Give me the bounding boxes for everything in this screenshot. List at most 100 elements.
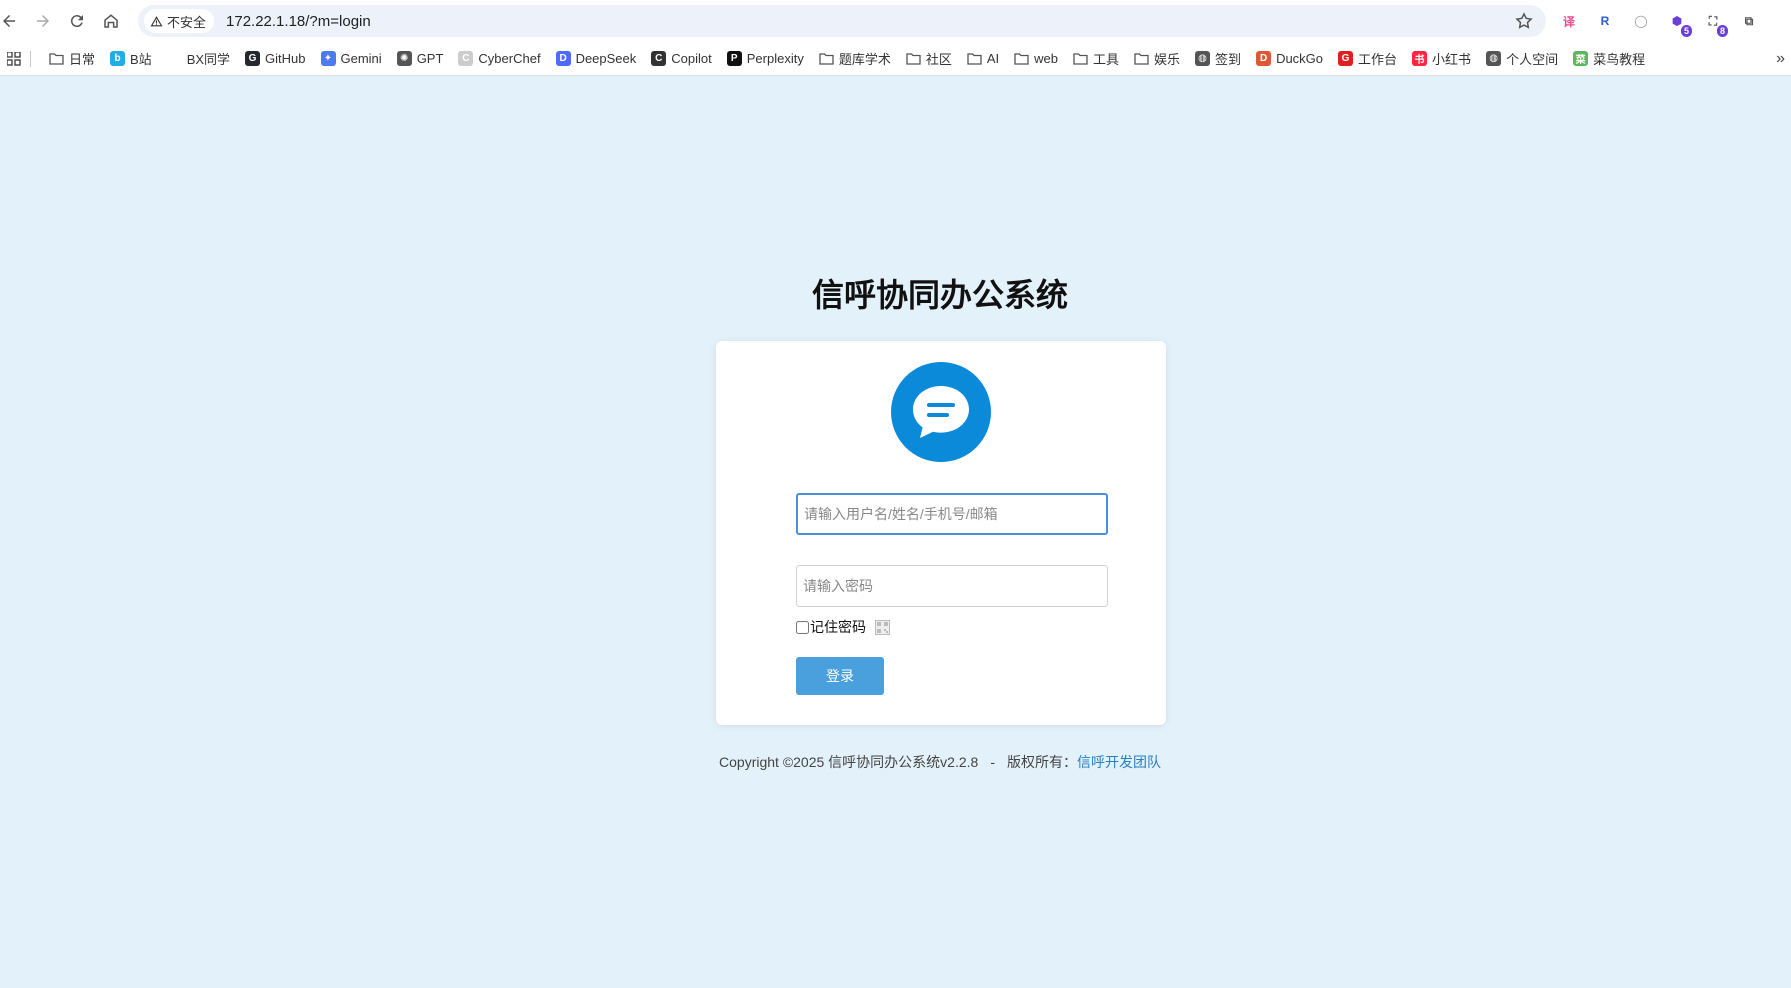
site-favicon-icon: P	[726, 51, 742, 66]
bookmark-label: 菜鸟教程	[1593, 52, 1646, 67]
bookmark-label: DeepSeek	[575, 51, 637, 66]
bookmark-label: DuckGo	[1276, 51, 1324, 66]
bookmark-item[interactable]: 菜菜鸟教程	[1573, 49, 1645, 68]
reader-extension-icon[interactable]: R	[1592, 8, 1618, 34]
site-favicon-icon: ✺	[396, 51, 412, 66]
favicon-glyph: 菜	[1575, 55, 1586, 66]
rights-label: 版权所有：	[1006, 754, 1077, 770]
bookmark-label: Gemini	[340, 51, 382, 66]
password-input[interactable]	[796, 565, 1108, 607]
qr-code-icon[interactable]	[875, 619, 890, 635]
folder-icon	[1014, 51, 1029, 66]
site-favicon-icon	[166, 51, 182, 66]
more-bookmarks-icon[interactable]: »	[1776, 50, 1785, 68]
extension-glyph: ⛶	[1708, 13, 1718, 28]
favicon-glyph: P	[730, 53, 738, 64]
bookmark-item[interactable]: 社区	[906, 49, 952, 68]
bookmark-label: CyberChef	[478, 51, 541, 66]
security-indicator[interactable]: 不安全	[144, 9, 215, 33]
favicon-glyph: D	[559, 53, 567, 64]
circle-extension-icon[interactable]: ◯	[1628, 8, 1654, 34]
remember-password[interactable]: 记住密码	[796, 617, 890, 637]
bookmark-item[interactable]: 题库学术	[819, 49, 891, 68]
chat-bubble-logo-icon	[891, 362, 991, 462]
bookmark-label: 社区	[925, 52, 952, 67]
favicon-glyph: ✺	[399, 53, 409, 64]
login-button[interactable]: 登录	[796, 657, 884, 695]
bookmark-item[interactable]: 娱乐	[1134, 49, 1180, 68]
folder-icon	[819, 51, 834, 66]
bookmark-item[interactable]: b B站	[110, 49, 152, 68]
address-bar[interactable]: 不安全 172.22.1.18/?m=login	[138, 5, 1546, 37]
bookmark-label: AI	[986, 51, 1000, 66]
bookmark-label: Copilot	[671, 51, 712, 66]
favicon-glyph: 书	[1414, 55, 1425, 66]
extension-glyph: ⬢	[1671, 14, 1683, 28]
site-favicon-icon: ✦	[320, 51, 336, 66]
bookmark-item[interactable]: C Copilot	[651, 51, 712, 66]
extension-badge: 5	[1680, 25, 1692, 37]
bookmark-item[interactable]: ◍ 签到	[1195, 49, 1241, 68]
bookmark-item[interactable]: 书小红书	[1412, 49, 1471, 68]
favicon-glyph: G	[248, 53, 257, 64]
copyright-text: Copyright ©2025 信呼协同办公系统v2.2.8	[719, 754, 979, 770]
forward-button[interactable]	[26, 5, 60, 37]
team-link[interactable]: 信呼开发团队	[1077, 754, 1161, 770]
bookmark-item[interactable]: 工具	[1073, 49, 1119, 68]
security-label: 不安全	[167, 14, 207, 30]
bookmark-item[interactable]: ◍ 个人空间	[1486, 49, 1558, 68]
site-favicon-icon: C	[458, 51, 474, 66]
remember-password-checkbox[interactable]	[796, 620, 809, 634]
bookmark-item[interactable]: ✦ Gemini	[320, 51, 382, 66]
translate-extension-icon[interactable]: 译	[1556, 8, 1582, 34]
folder-icon	[1134, 51, 1149, 66]
bookmark-item[interactable]: G 工作台	[1338, 49, 1397, 68]
bookmark-label: B站	[130, 52, 152, 67]
bookmark-item[interactable]: BX同学	[166, 49, 231, 68]
extension-badge: 8	[1716, 25, 1728, 37]
bookmark-item[interactable]: ✺ GPT	[396, 51, 444, 66]
extension-glyph: ◯	[1634, 14, 1648, 28]
site-favicon-icon: D	[1256, 51, 1272, 66]
folder-icon	[49, 51, 64, 66]
puzzle-extension-icon[interactable]: ⧉	[1736, 8, 1762, 34]
bookmark-star-icon[interactable]	[1514, 11, 1534, 31]
bookmark-label: 娱乐	[1154, 52, 1181, 67]
username-input[interactable]	[796, 493, 1108, 535]
favicon-glyph: C	[462, 53, 470, 64]
url-text[interactable]: 172.22.1.18/?m=login	[226, 13, 371, 30]
apps-grid-icon	[7, 51, 21, 66]
bookmark-label: 工具	[1093, 52, 1120, 67]
bookmark-item[interactable]: web	[1014, 51, 1058, 66]
bookmark-item[interactable]: C CyberChef	[458, 51, 541, 66]
extensions-area: 译 R ◯ ⬢ 5 ⛶ 8 ⧉	[1556, 8, 1762, 37]
favicon-glyph: b	[114, 53, 121, 64]
bookmark-label: BX同学	[186, 52, 231, 67]
home-button[interactable]	[94, 5, 128, 37]
bookmarks-bar: 日常 b B站 BX同学 G GitHub ✦ Gemini ✺ GPT C CyberChef D De…	[0, 42, 1791, 76]
extension-glyph: ⧉	[1744, 13, 1754, 28]
bookmark-item[interactable]: D DuckGo	[1256, 51, 1323, 66]
browser-toolbar: 不安全 172.22.1.18/?m=login 译 R ◯ ⬢ 5 ⛶ 8 ⧉	[0, 0, 1791, 42]
arrow-left-icon	[3, 15, 15, 27]
back-button[interactable]	[0, 5, 26, 37]
folder-icon	[1073, 51, 1088, 66]
bookmark-item[interactable]: P Perplexity	[726, 51, 804, 66]
arrow-right-icon	[37, 15, 49, 27]
favicon-glyph: D	[1259, 53, 1268, 64]
capture-extension-icon[interactable]: ⛶ 8	[1700, 8, 1728, 37]
shield-extension-icon[interactable]: ⬢ 5	[1664, 8, 1692, 37]
bookmark-item[interactable]: D DeepSeek	[555, 51, 637, 66]
bookmark-item[interactable]: AI	[967, 51, 999, 66]
apps-button[interactable]	[0, 51, 28, 66]
bookmark-label: 日常	[69, 52, 96, 67]
favicon-glyph: G	[1341, 53, 1350, 64]
bookmark-label: GPT	[416, 51, 444, 66]
favicon-glyph: ◍	[1489, 53, 1498, 64]
bookmark-item[interactable]: 日常	[49, 49, 95, 68]
extension-glyph: R	[1600, 14, 1610, 28]
bookmark-item[interactable]: G GitHub	[245, 51, 306, 66]
site-favicon-icon: G	[245, 51, 261, 66]
site-favicon-icon: 菜	[1573, 51, 1589, 66]
reload-button[interactable]	[60, 5, 94, 37]
